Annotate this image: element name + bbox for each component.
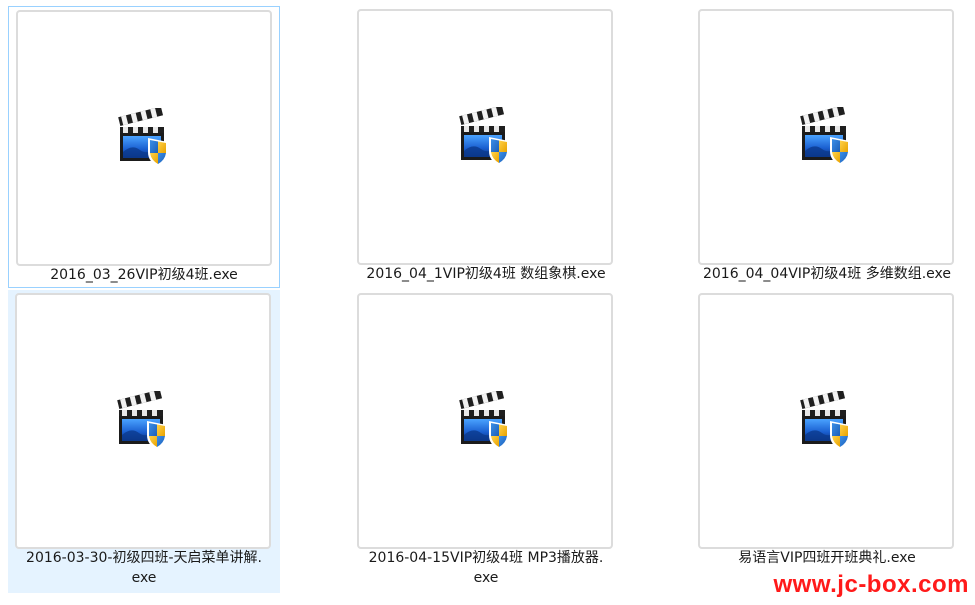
- file-item-5[interactable]: 易语言VIP四班开班典礼.exe: [691, 290, 963, 593]
- file-thumbnail: [357, 9, 613, 265]
- file-item-1[interactable]: 2016_04_1VIP初级4班 数组象棋.exe: [350, 6, 622, 288]
- video-exe-shield-icon: [455, 107, 515, 167]
- file-name: 2016_03_26VIP初级4班.exe: [50, 267, 238, 283]
- video-exe-shield-icon: [796, 107, 856, 167]
- file-thumbnail: [698, 9, 954, 265]
- file-thumbnail: [698, 293, 954, 549]
- video-exe-shield-icon: [455, 391, 515, 451]
- file-name: 易语言VIP四班开班典礼.exe: [738, 550, 916, 566]
- file-name: 2016_04_04VIP初级4班 多维数组.exe: [702, 266, 952, 282]
- file-item-3[interactable]: 2016-03-30-初级四班-天启菜单讲解. exe: [8, 290, 280, 593]
- file-thumbnail: [15, 293, 271, 549]
- file-thumbnail: [357, 293, 613, 549]
- file-name: 2016-03-30-初级四班-天启菜单讲解. exe: [26, 550, 262, 586]
- file-thumbnail: [16, 10, 272, 266]
- file-name: 2016-04-15VIP初级4班 MP3播放器. exe: [368, 550, 604, 586]
- watermark-text: www.jc-box.com: [773, 571, 969, 598]
- video-exe-shield-icon: [114, 108, 174, 168]
- file-item-2[interactable]: 2016_04_04VIP初级4班 多维数组.exe: [691, 6, 963, 288]
- file-item-4[interactable]: 2016-04-15VIP初级4班 MP3播放器. exe: [350, 290, 622, 593]
- video-exe-shield-icon: [113, 391, 173, 451]
- video-exe-shield-icon: [796, 391, 856, 451]
- file-item-0[interactable]: 2016_03_26VIP初级4班.exe: [8, 6, 280, 288]
- file-name: 2016_04_1VIP初级4班 数组象棋.exe: [366, 266, 606, 282]
